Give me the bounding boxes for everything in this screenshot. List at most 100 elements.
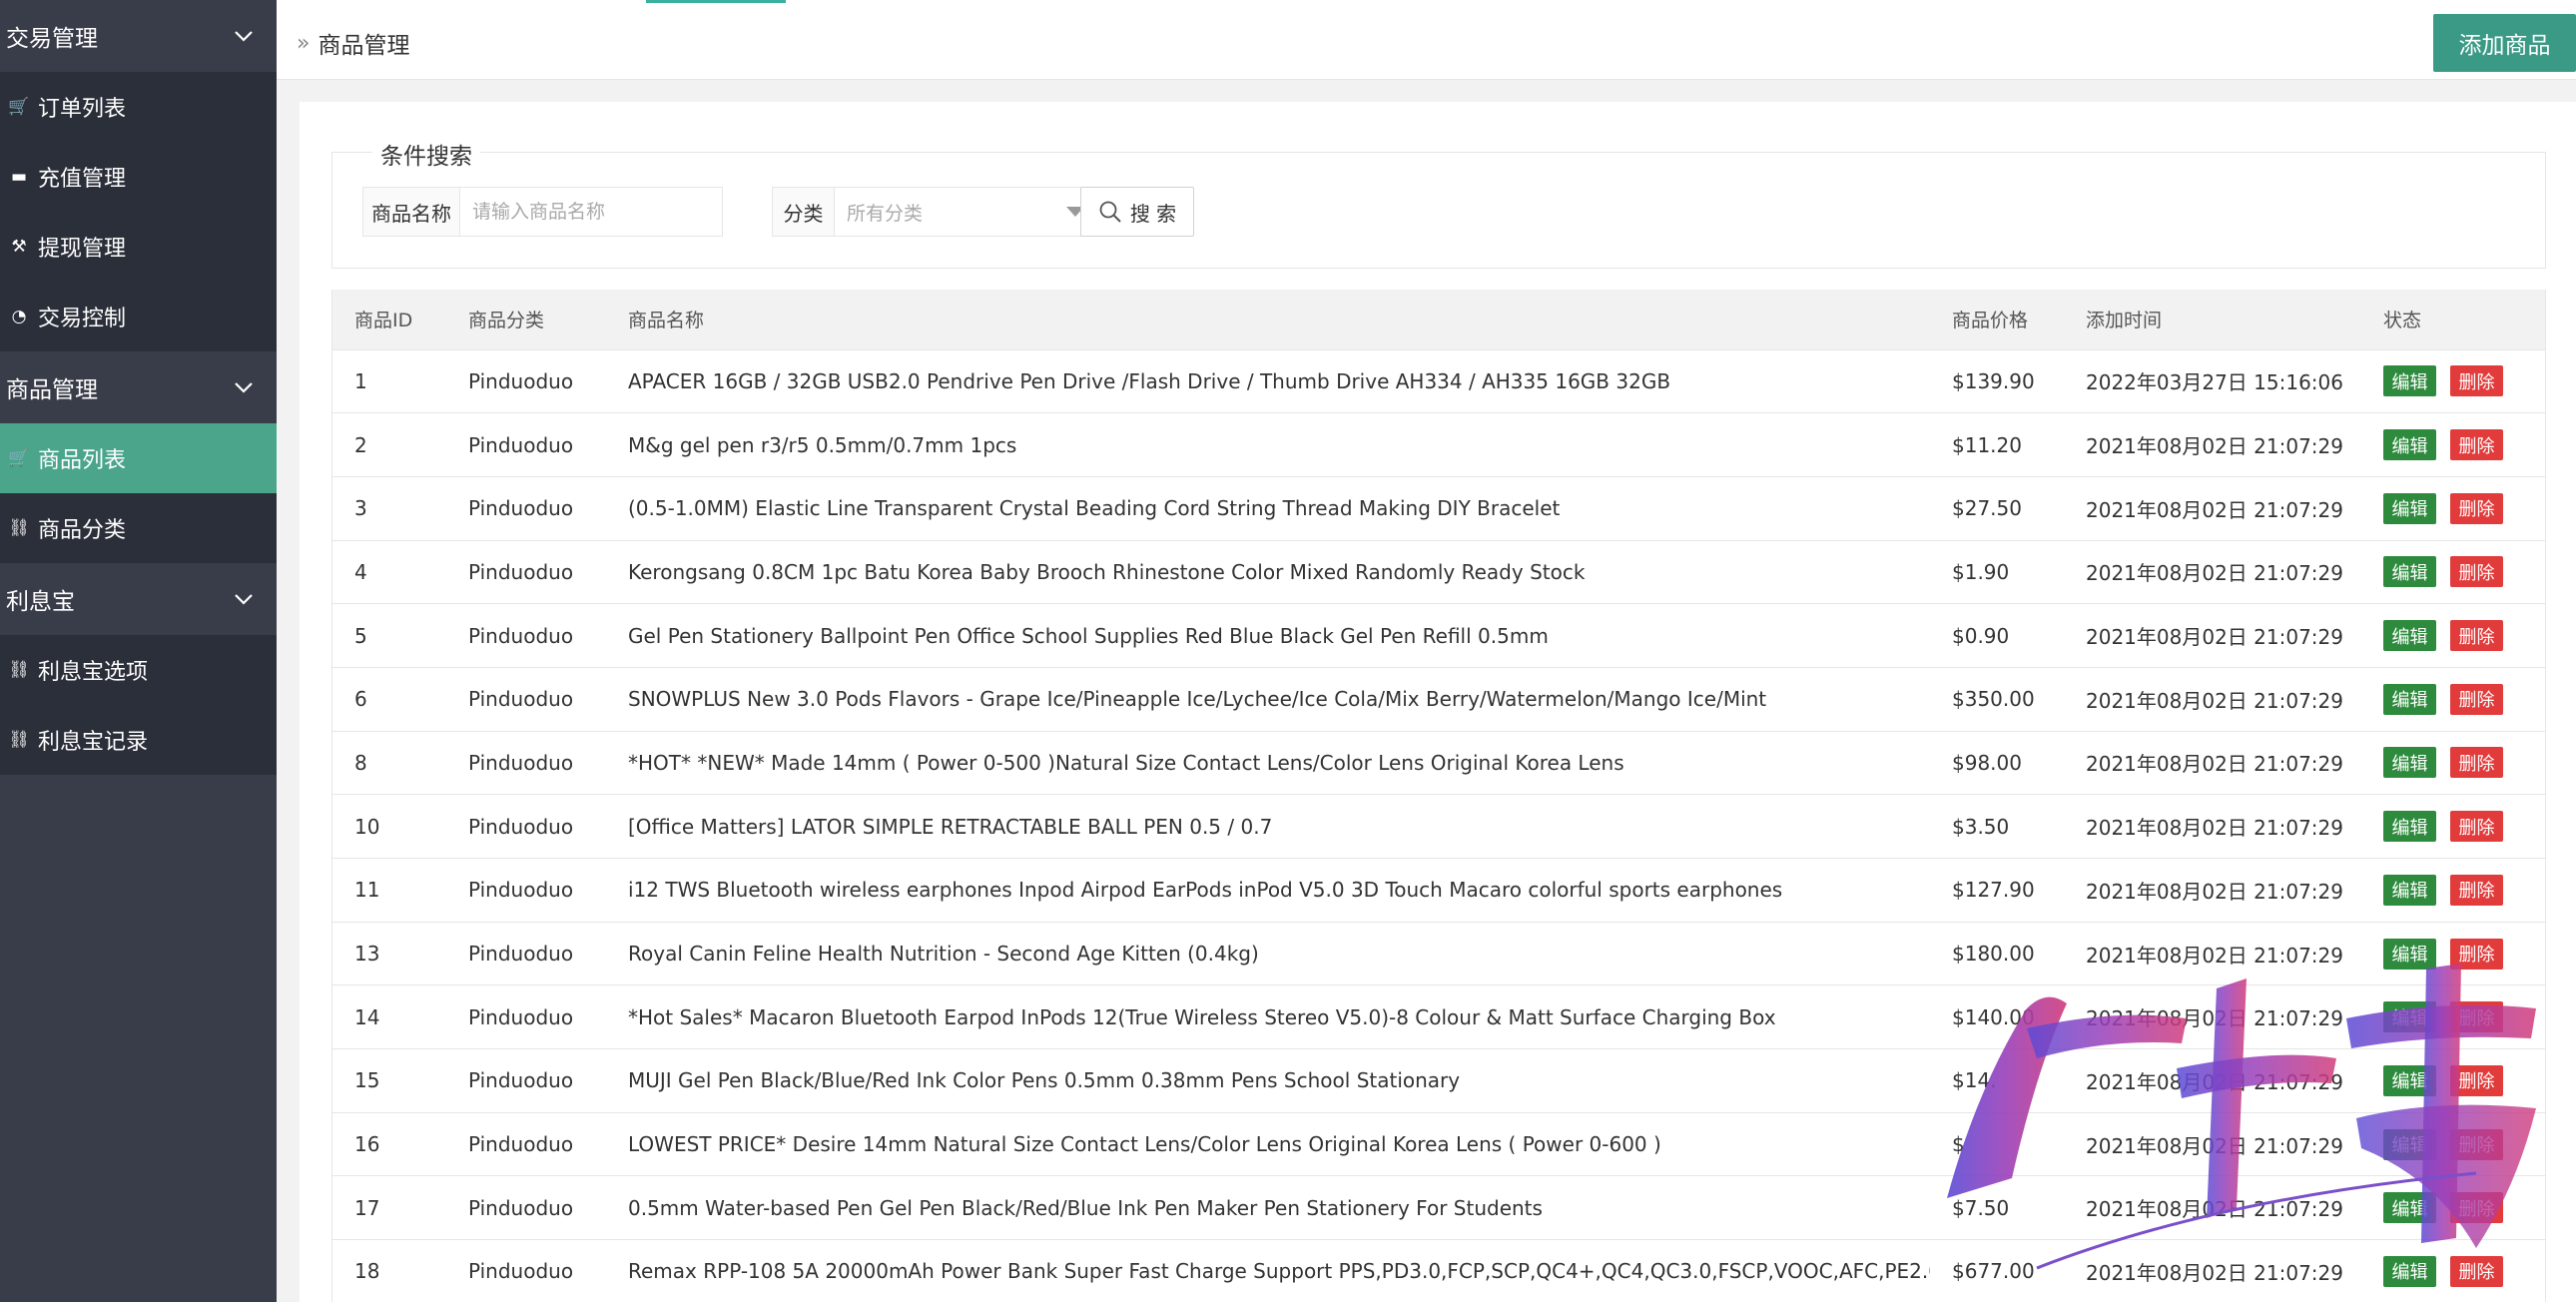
sidebar-group-label: 商品管理 [6,377,98,403]
sidebar-group[interactable]: 利息宝 [0,563,277,635]
product-id-cell: 6 [354,687,367,712]
table-row: 11 Pinduoduo i12 TWS Bluetooth wireless ea… [332,859,2545,923]
sidebar-item-label: 商品列表 [38,448,127,473]
delete-button[interactable]: 删除 [2450,620,2503,652]
added-time-cell: 2021年08月02日 21:07:29 [2086,943,2343,968]
price-cell: $11.20 [1952,432,2022,457]
product-name-cell: Remax RPP-108 5A 20000mAh Power Bank Sup… [628,1259,1930,1284]
price-cell: $180.00 [1952,942,2035,967]
edit-button[interactable]: 编辑 [2383,874,2436,906]
link-icon: ⛓ [8,518,30,538]
category-cell: Pinduoduo [468,1004,574,1029]
delete-button[interactable]: 删除 [2450,556,2503,588]
card-icon: ▬ [10,167,28,187]
category-cell: Pinduoduo [468,1259,574,1284]
edit-button[interactable]: 编辑 [2383,620,2436,652]
edit-button[interactable]: 编辑 [2383,1192,2436,1224]
edit-button[interactable]: 编辑 [2383,556,2436,588]
delete-button[interactable]: 删除 [2450,811,2503,843]
actions-cell: 编辑 删除 [2361,1240,2545,1302]
added-time-cell: 2021年08月02日 21:07:29 [2086,688,2343,713]
delete-button[interactable]: 删除 [2450,1255,2503,1287]
actions-cell: 编辑 删除 [2361,1049,2545,1113]
edit-button[interactable]: 编辑 [2383,938,2436,970]
added-time-cell: 2021年08月02日 21:07:29 [2086,752,2343,777]
table-header-row: 商品ID 商品分类 商品名称 商品价格 添加时间 状态 [332,290,2545,350]
sidebar-item-label: 商品分类 [38,518,127,543]
product-name-cell: MUJI Gel Pen Black/Blue/Red Ink Color Pe… [628,1068,1461,1093]
delete-button[interactable]: 删除 [2450,1128,2503,1160]
sidebar-item-label: 订单列表 [38,97,127,122]
delete-button[interactable]: 删除 [2450,874,2503,906]
delete-button[interactable]: 删除 [2450,938,2503,970]
delete-button[interactable]: 删除 [2450,492,2503,524]
delete-button[interactable]: 删除 [2450,1064,2503,1096]
chevron-down-icon [235,594,253,605]
actions-cell: 编辑 删除 [2361,795,2545,859]
category-cell: Pinduoduo [468,368,574,393]
sidebar-item[interactable]: ⚒ 提现管理 [0,212,277,282]
edit-button[interactable]: 编辑 [2383,492,2436,524]
sidebar-item[interactable]: ▬ 充值管理 [0,142,277,212]
category-cell: Pinduoduo [468,1068,574,1093]
table-row: 18 Pinduoduo Remax RPP-108 5A 20000mAh Pow… [332,1240,2545,1302]
delete-button[interactable]: 删除 [2450,1001,2503,1033]
sidebar-group-items: 🛒 订单列表 ▬ 充值管理 ⚒ 提现管理 ◔ 交易控制 [0,72,277,351]
edit-button[interactable]: 编辑 [2383,747,2436,779]
edit-button[interactable]: 编辑 [2383,1001,2436,1033]
category-select[interactable]: 所有分类 [835,188,1096,236]
category-cell: Pinduoduo [468,687,574,712]
added-time-cell: 2021年08月02日 21:07:29 [2086,1069,2343,1094]
cart-icon: 🛒 [8,448,30,468]
delete-button[interactable]: 删除 [2450,365,2503,397]
header-product-id: 商品ID [332,290,446,350]
product-name-cell: Kerongsang 0.8CM 1pc Batu Korea Baby Bro… [628,559,1586,584]
delete-button[interactable]: 删除 [2450,683,2503,715]
delete-button[interactable]: 删除 [2450,429,2503,461]
sidebar-group-items: 🛒 商品列表 ⛓ 商品分类 [0,423,277,563]
category-cell: Pinduoduo [468,623,574,648]
actions-cell: 编辑 删除 [2361,1112,2545,1176]
delete-button[interactable]: 删除 [2450,747,2503,779]
search-button[interactable]: 搜 索 [1080,187,1194,237]
sidebar-item[interactable]: 🛒 商品列表 [0,423,277,493]
edit-button[interactable]: 编辑 [2383,1255,2436,1287]
price-cell: $127.90 [1952,878,2035,903]
edit-button[interactable]: 编辑 [2383,429,2436,461]
product-name-label: 商品名称 [363,188,460,236]
edit-button[interactable]: 编辑 [2383,365,2436,397]
cart-icon: 🛒 [8,97,30,117]
edit-button[interactable]: 编辑 [2383,1064,2436,1096]
chevron-down-icon [235,31,253,42]
table-row: 16 Pinduoduo LOWEST PRICE* Desire 14mm Nat… [332,1112,2545,1176]
table-row: 4 Pinduoduo Kerongsang 0.8CM 1pc Batu Kore… [332,540,2545,604]
product-name-cell: Royal Canin Feline Health Nutrition - Se… [628,942,1259,967]
actions-cell: 编辑 删除 [2361,476,2545,540]
category-cell: Pinduoduo [468,942,574,967]
category-cell: Pinduoduo [468,1132,574,1157]
price-cell: $7.50 [1952,1195,2010,1220]
category-cell: Pinduoduo [468,559,574,584]
added-time-cell: 2021年08月02日 21:07:29 [2086,879,2343,904]
add-product-button[interactable]: 添加商品 [2433,14,2576,72]
table-row: 13 Pinduoduo Royal Canin Feline Health Nut… [332,922,2545,985]
sidebar-item[interactable]: ⛓ 商品分类 [0,493,277,563]
gavel-icon: ⚒ [11,237,27,257]
sidebar-group[interactable]: 商品管理 [0,351,277,423]
actions-cell: 编辑 删除 [2361,922,2545,985]
sidebar-item[interactable]: ⛓ 利息宝选项 [0,635,277,705]
category-cell: Pinduoduo [468,750,574,775]
sidebar-item[interactable]: ⛓ 利息宝记录 [0,705,277,775]
delete-button[interactable]: 删除 [2450,1192,2503,1224]
product-name-search: 商品名称 [362,187,723,237]
added-time-cell: 2021年08月02日 21:07:29 [2086,1260,2343,1285]
product-name-input[interactable] [460,188,722,236]
edit-button[interactable]: 编辑 [2383,811,2436,843]
sidebar-item[interactable]: ◔ 交易控制 [0,282,277,351]
edit-button[interactable]: 编辑 [2383,683,2436,715]
sidebar-group-label: 利息宝 [6,589,75,615]
actions-cell: 编辑 删除 [2361,731,2545,795]
sidebar-item[interactable]: 🛒 订单列表 [0,72,277,142]
edit-button[interactable]: 编辑 [2383,1128,2436,1160]
sidebar-group[interactable]: 交易管理 [0,0,277,72]
